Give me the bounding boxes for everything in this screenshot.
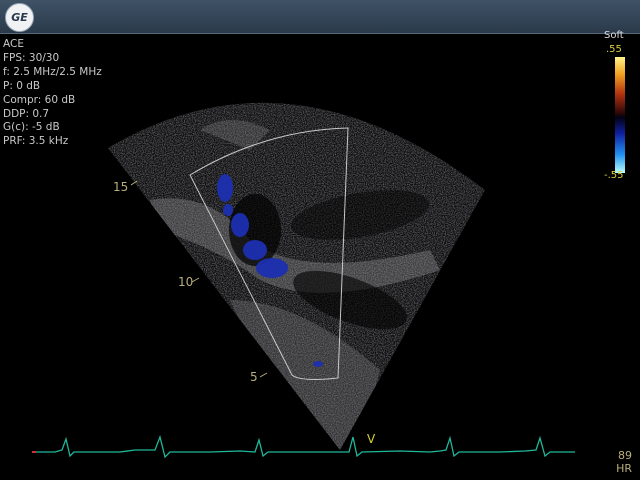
color-scale: Soft .55 -.55 (604, 30, 634, 181)
heart-rate: 89 HR (616, 449, 632, 475)
depth-marker-15: 15 (113, 180, 128, 194)
color-scale-min: -.55 (604, 170, 624, 181)
heart-rate-value: 89 (618, 449, 632, 462)
param-prf: PRF: 3.5 kHz (3, 135, 69, 148)
color-scale-max: .55 (606, 44, 622, 55)
param-compression: Compr: 60 dB (3, 93, 76, 106)
param-color-gain: G(c): -5 dB (3, 121, 60, 134)
param-mode: ACE (3, 38, 24, 50)
param-fps: FPS: 30/30 (3, 51, 60, 64)
param-ddp: DDP: 0.7 (3, 107, 50, 120)
acquisition-parameters: ACE FPS: 30/30 f: 2.5 MHz/2.5 MHz P: 0 d… (3, 38, 102, 149)
depth-marker-10: 10 (178, 275, 193, 289)
ecg-marker: V (367, 432, 376, 446)
heart-rate-unit: HR (616, 462, 632, 475)
color-map-name: Soft (604, 30, 624, 41)
depth-marker-5: 5 (250, 370, 258, 384)
b-mode-sector (108, 102, 485, 450)
ultrasound-screen: GE 15 10 5 V ACE FPS: 30/30 f: 2.5 MHz/2… (0, 0, 640, 480)
param-power: P: 0 dB (3, 79, 41, 92)
param-frequency: f: 2.5 MHz/2.5 MHz (3, 65, 102, 78)
ecg-trace (34, 434, 575, 459)
color-scale-bar (615, 57, 625, 173)
